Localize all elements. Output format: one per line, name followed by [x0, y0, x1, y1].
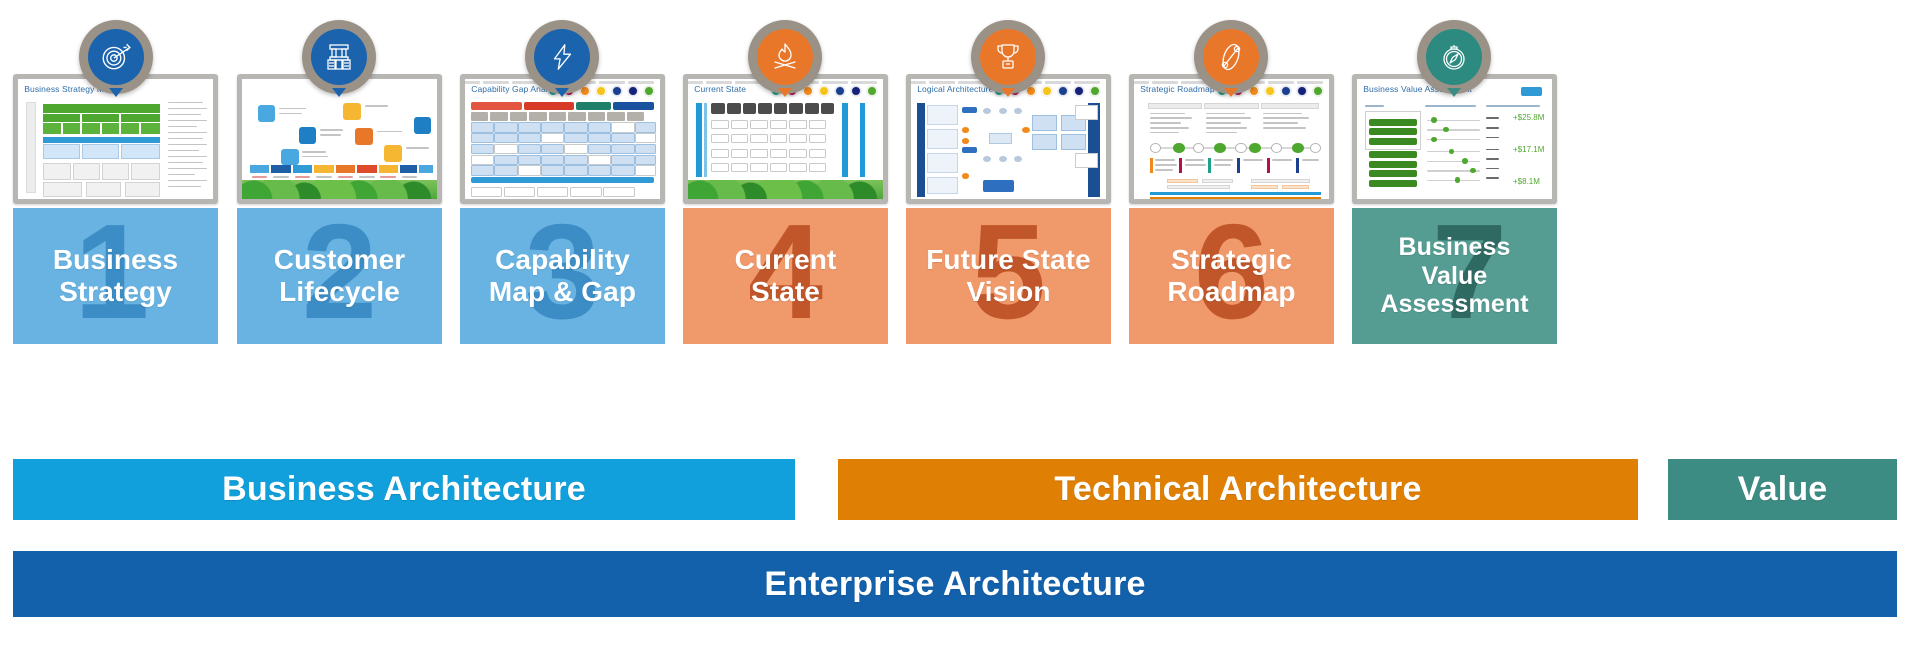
compass-icon	[1443, 45, 1465, 70]
step-box-6[interactable]: 6 Strategic Roadmap	[1129, 208, 1334, 344]
step-box-4[interactable]: 4 Current State	[683, 208, 888, 344]
medallion-business-strategy[interactable]	[79, 20, 153, 97]
benefit-value-3: +$8.1M	[1513, 177, 1540, 187]
step-box-1[interactable]: 1 Business Strategy	[13, 208, 218, 344]
step-box-2[interactable]: 2 Customer Lifecycle	[237, 208, 442, 344]
lightning-bolt-icon	[553, 44, 572, 70]
medallion-capability-map[interactable]	[525, 20, 599, 97]
enterprise-architecture-diagram: Business Strategy Map Capability Gap Ana…	[0, 0, 1920, 657]
benefit-value-1: +$25.8M	[1513, 112, 1545, 122]
medallion-pointer	[555, 88, 569, 97]
thumbnail-canvas	[242, 79, 437, 199]
thumbnail-canvas: Capability Gap Analysis	[465, 79, 660, 199]
step-caption-2: Customer Lifecycle	[273, 244, 406, 307]
group-bar-value[interactable]: Value	[1668, 459, 1897, 520]
medallion-current-state[interactable]	[748, 20, 822, 97]
thumbnail-canvas: Strategic Roadmap	[1134, 79, 1329, 199]
medallion-customer-lifecycle[interactable]	[302, 20, 376, 97]
medallion-future-state-vision[interactable]	[971, 20, 1045, 97]
campfire-icon	[774, 43, 796, 69]
thumbnail-canvas: Business Strategy Map	[18, 79, 213, 199]
thumbnail-canvas: Logical Architecture	[911, 79, 1106, 199]
thumbnail-title: Logical Architecture	[917, 83, 994, 94]
group-bar-technical-architecture[interactable]: Technical Architecture	[838, 459, 1638, 520]
step-box-3[interactable]: 3 Capability Map & Gap	[460, 208, 665, 344]
step-box-7[interactable]: 7 Business Value Assessment	[1352, 208, 1557, 344]
step-caption-4: Current State	[734, 244, 837, 307]
grass-decoration	[242, 179, 437, 199]
medallion-strategic-roadmap[interactable]	[1194, 20, 1268, 97]
medallion-pointer	[109, 88, 123, 97]
group-bar-business-architecture[interactable]: Business Architecture	[13, 459, 795, 520]
medallion-pointer	[778, 88, 792, 97]
group-bar-label: Technical Architecture	[1054, 470, 1422, 508]
thumbnail-canvas: Current State	[688, 79, 883, 199]
thumbnail-canvas: Business Value Assessment +$25.8M +$17.1…	[1357, 79, 1552, 199]
thumbnail-title: Current State	[694, 83, 747, 94]
step-caption-6: Strategic Roadmap	[1167, 244, 1296, 307]
medallion-pointer	[1447, 88, 1461, 97]
group-bar-label: Value	[1737, 470, 1828, 508]
medallion-pointer	[1001, 88, 1015, 97]
grass-decoration	[688, 179, 883, 199]
medallion-business-value[interactable]	[1417, 20, 1491, 97]
kayak-icon	[1221, 43, 1241, 71]
building-pillars-icon	[327, 44, 351, 70]
step-caption-1: Business Strategy	[52, 244, 179, 307]
benefit-value-2: +$17.1M	[1513, 145, 1545, 154]
trophy-icon	[997, 44, 1019, 69]
master-bar-enterprise-architecture[interactable]: Enterprise Architecture	[13, 551, 1897, 617]
step-caption-3: Capability Map & Gap	[488, 244, 637, 307]
step-caption-7: Business Value Assessment	[1380, 232, 1529, 319]
master-bar-label: Enterprise Architecture	[764, 564, 1146, 603]
step-box-5[interactable]: 5 Future State Vision	[906, 208, 1111, 344]
thumbnail-title: Strategic Roadmap	[1140, 83, 1215, 94]
medallion-pointer	[1224, 88, 1238, 97]
group-bar-label: Business Architecture	[222, 470, 586, 508]
step-caption-5: Future State Vision	[926, 244, 1091, 307]
medallion-pointer	[332, 88, 346, 97]
target-arrow-icon	[102, 43, 131, 70]
